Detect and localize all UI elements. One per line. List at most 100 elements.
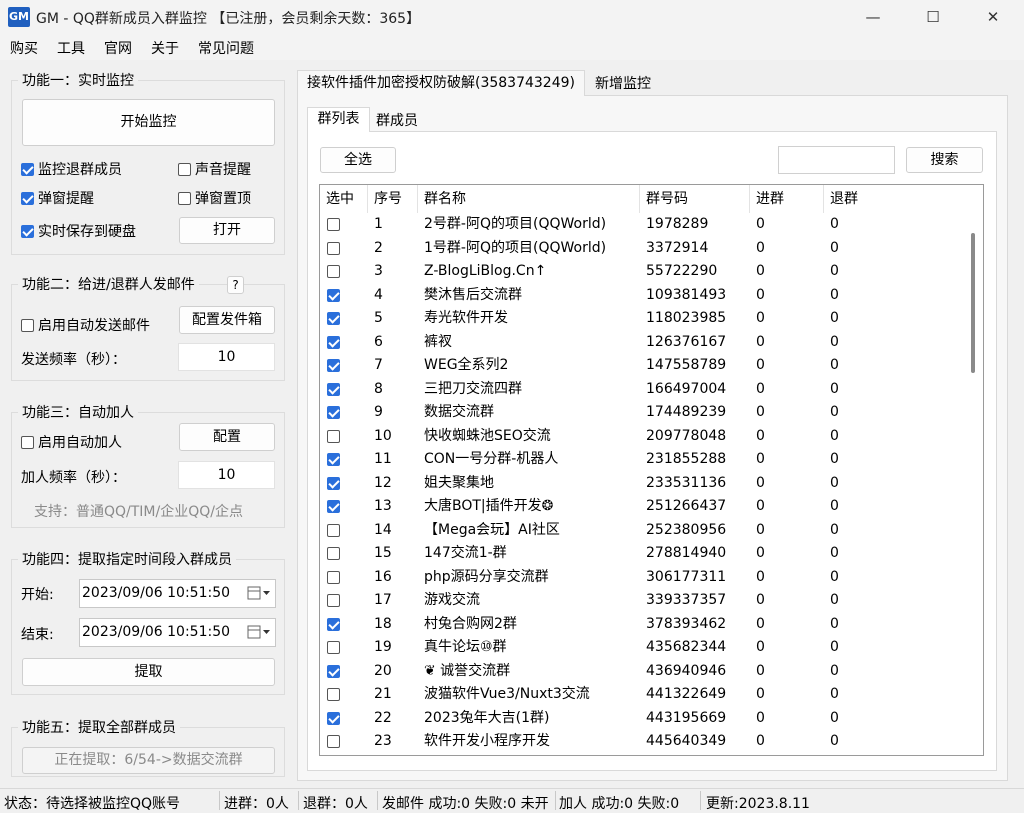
row-checkbox[interactable] — [327, 335, 340, 349]
row-checkbox[interactable] — [327, 359, 340, 372]
search-input[interactable] — [778, 146, 895, 174]
header-join[interactable]: 进群 — [750, 185, 824, 213]
extract-button[interactable]: 提取 — [22, 658, 275, 686]
menu-about[interactable]: 关于 — [151, 38, 179, 58]
cell-leave: 0 — [830, 404, 839, 420]
table-row[interactable]: 1 2号群-阿Q的项目(QQWorld) 1978289 0 0 — [320, 213, 965, 237]
row-checkbox[interactable] — [327, 288, 340, 302]
maximize-button[interactable]: ☐ — [910, 0, 956, 34]
start-monitor-button[interactable]: 开始监控 — [22, 99, 275, 146]
header-group-code[interactable]: 群号码 — [640, 185, 750, 213]
select-all-button[interactable]: 全选 — [320, 147, 396, 173]
table-row[interactable]: 10 快收蜘蛛池SEO交流 209778048 0 0 — [320, 425, 965, 449]
table-row[interactable]: 7 WEG全系列2 147558789 0 0 — [320, 354, 965, 378]
send-freq-input[interactable]: 10 — [178, 343, 275, 371]
table-row[interactable]: 20 ❦ 诚誉交流群 436940946 0 0 — [320, 660, 965, 684]
table-scrollbar[interactable] — [965, 213, 983, 755]
row-select-cell — [320, 683, 368, 706]
row-select-cell — [320, 331, 368, 354]
table-row[interactable]: 17 游戏交流 339337357 0 0 — [320, 589, 965, 613]
table-row[interactable]: 6 裤衩 126376167 0 0 — [320, 331, 965, 355]
add-freq-input[interactable]: 10 — [178, 461, 275, 489]
table-row[interactable]: 13 大唐BOT|插件开发❂ 251266437 0 0 — [320, 495, 965, 519]
row-checkbox[interactable] — [327, 735, 340, 748]
table-row[interactable]: 21 波猫软件Vue3/Nuxt3交流 441322649 0 0 — [320, 683, 965, 707]
table-row[interactable]: 16 php源码分享交流群 306177311 0 0 — [320, 566, 965, 590]
row-checkbox[interactable] — [327, 476, 340, 490]
table-row[interactable]: 15 147交流1-群 278814940 0 0 — [320, 542, 965, 566]
menu-faq[interactable]: 常见问题 — [198, 38, 254, 58]
end-time-picker[interactable]: 2023/09/06 10:51:50 — [79, 618, 276, 647]
header-selected[interactable]: 选中 — [320, 185, 368, 213]
start-time-picker[interactable]: 2023/09/06 10:51:50 — [79, 579, 276, 608]
minimize-button[interactable]: — — [850, 0, 896, 34]
row-checkbox[interactable] — [327, 617, 340, 631]
menu-buy[interactable]: 购买 — [10, 38, 38, 58]
row-checkbox[interactable] — [327, 500, 340, 513]
cell-code: 435682344 — [646, 639, 727, 655]
calendar-dropdown-icon[interactable] — [247, 624, 271, 640]
add-freq-label: 加人频率（秒）： — [21, 470, 126, 486]
cell-join: 0 — [756, 216, 765, 232]
menu-website[interactable]: 官网 — [104, 38, 132, 58]
row-checkbox[interactable] — [327, 664, 340, 678]
table-row[interactable]: 12 姐夫聚集地 233531136 0 0 — [320, 472, 965, 496]
table-row[interactable]: 9 数据交流群 174489239 0 0 — [320, 401, 965, 425]
cell-join: 0 — [756, 498, 765, 514]
auto-send-mail-checkbox[interactable]: 启用自动发送邮件 — [21, 315, 150, 335]
table-row[interactable]: 3 Z-BlogLiBlog.Cn↑ 55722290 0 0 — [320, 260, 965, 284]
table-row[interactable]: 19 真牛论坛⑩群 435682344 0 0 — [320, 636, 965, 660]
config-auto-add-button[interactable]: 配置 — [179, 423, 275, 451]
cell-code: 445640349 — [646, 733, 727, 749]
tab-group-members[interactable]: 群成员 — [371, 111, 423, 132]
table-row[interactable]: 22 2023兔年大吉(1群) 443195669 0 0 — [320, 707, 965, 731]
cell-name: 147交流1-群 — [424, 545, 507, 561]
table-row[interactable]: 8 三把刀交流四群 166497004 0 0 — [320, 378, 965, 402]
help-button[interactable]: ? — [227, 276, 244, 294]
row-checkbox[interactable] — [327, 570, 340, 584]
table-row[interactable]: 11 CON一号分群-机器人 231855288 0 0 — [320, 448, 965, 472]
table-row[interactable]: 14 【Mega会玩】AI社区 252380956 0 0 — [320, 519, 965, 543]
sound-alert-checkbox[interactable]: 声音提醒 — [178, 159, 251, 179]
menu-tools[interactable]: 工具 — [57, 38, 85, 58]
row-checkbox[interactable] — [327, 594, 340, 607]
header-group-name[interactable]: 群名称 — [418, 185, 640, 213]
row-checkbox[interactable] — [327, 711, 340, 725]
row-checkbox[interactable] — [327, 406, 340, 419]
table-row[interactable]: 5 寿光软件开发 118023985 0 0 — [320, 307, 965, 331]
row-checkbox[interactable] — [327, 382, 340, 396]
auto-add-checkbox[interactable]: 启用自动加人 — [21, 432, 122, 452]
table-row[interactable]: 23 软件开发小程序开发 445640349 0 0 — [320, 730, 965, 754]
popup-alert-checkbox[interactable]: 弹窗提醒 — [21, 188, 94, 208]
table-row[interactable]: 18 村兔合购网2群 378393462 0 0 — [320, 613, 965, 637]
tab-group-list[interactable]: 群列表 — [307, 107, 370, 132]
row-checkbox[interactable] — [327, 641, 340, 654]
header-index[interactable]: 序号 — [368, 185, 418, 213]
row-checkbox[interactable] — [327, 312, 340, 325]
row-checkbox[interactable] — [327, 265, 340, 278]
table-row[interactable]: 2 1号群-阿Q的项目(QQWorld) 3372914 0 0 — [320, 237, 965, 261]
tab-main-account[interactable]: 接软件插件加密授权防破解(3583743249) — [297, 70, 585, 96]
scrollbar-thumb[interactable] — [971, 233, 975, 373]
close-button[interactable]: ✕ — [970, 0, 1016, 34]
header-leave[interactable]: 退群 — [824, 185, 966, 213]
row-checkbox[interactable] — [327, 241, 340, 255]
table-row[interactable]: 4 樊沐售后交流群 109381493 0 0 — [320, 284, 965, 308]
cell-leave: 0 — [830, 568, 839, 585]
row-checkbox[interactable] — [327, 218, 340, 231]
search-button[interactable]: 搜索 — [906, 147, 983, 173]
row-checkbox[interactable] — [327, 547, 340, 560]
row-checkbox[interactable] — [327, 688, 340, 701]
status-update: 更新:2023.8.11 — [706, 796, 810, 812]
tab-add-monitor[interactable]: 新增监控 — [588, 74, 658, 96]
row-select-cell — [320, 566, 368, 589]
save-disk-checkbox[interactable]: 实时保存到硬盘 — [21, 221, 136, 241]
monitor-leave-checkbox[interactable]: 监控退群成员 — [21, 159, 122, 179]
row-checkbox[interactable] — [327, 453, 340, 466]
calendar-dropdown-icon[interactable] — [247, 585, 271, 601]
config-mailbox-button[interactable]: 配置发件箱 — [179, 306, 275, 334]
row-checkbox[interactable] — [327, 429, 340, 443]
popup-top-checkbox[interactable]: 弹窗置顶 — [178, 188, 251, 208]
row-checkbox[interactable] — [327, 523, 340, 537]
open-folder-button[interactable]: 打开 — [179, 217, 275, 244]
